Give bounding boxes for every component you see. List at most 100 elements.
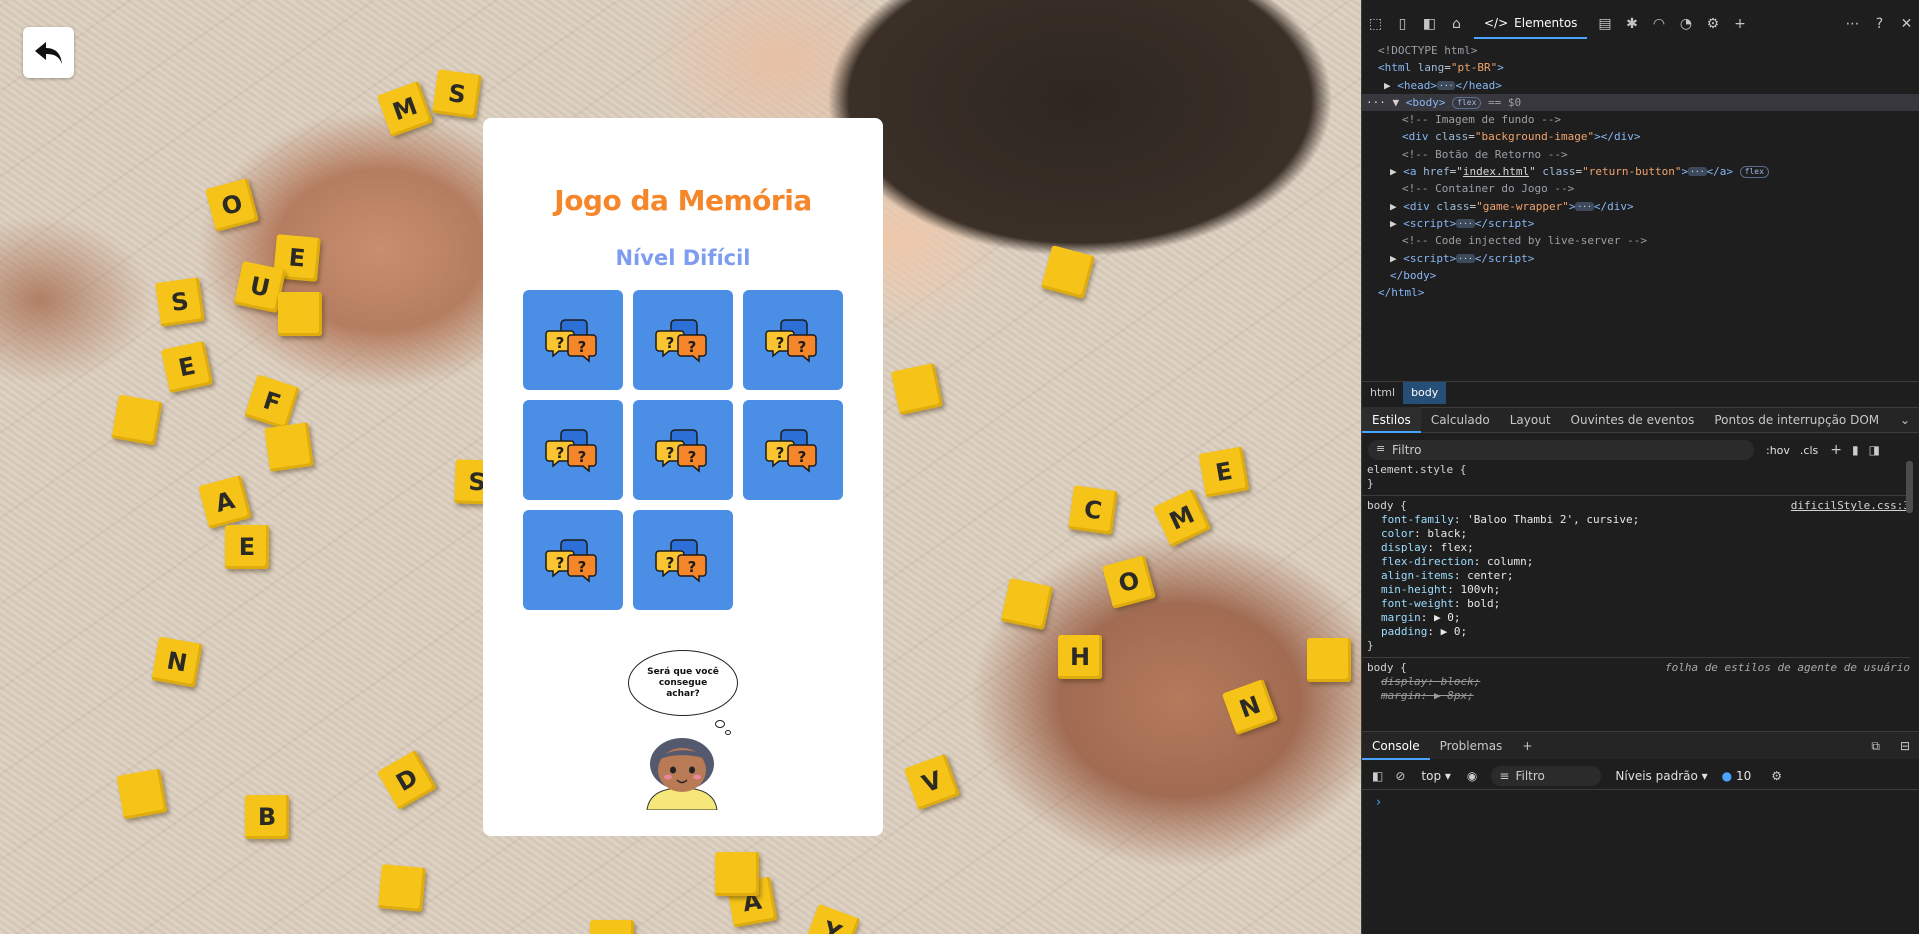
- memory-card[interactable]: ??: [743, 290, 843, 390]
- dom-node-selected[interactable]: ··· ▼ <body> flex == $0: [1362, 93, 1919, 112]
- css-declaration[interactable]: font-weight: bold;: [1362, 597, 1910, 611]
- more-icon[interactable]: ⋯: [1839, 11, 1866, 37]
- css-declaration[interactable]: margin: ▶ 0;: [1362, 611, 1910, 625]
- dom-node[interactable]: ▶ <div class="game-wrapper"> ··· </div>: [1362, 198, 1919, 215]
- expand-arrow-icon[interactable]: ▶: [1390, 165, 1403, 178]
- memory-card[interactable]: ??: [523, 290, 623, 390]
- eye-icon[interactable]: ◉: [1467, 769, 1477, 783]
- css-declaration[interactable]: display: block;: [1362, 675, 1910, 689]
- chevron-down-icon[interactable]: ⌄: [1890, 407, 1919, 433]
- memory-card[interactable]: ??: [633, 400, 733, 500]
- href-link[interactable]: index.html: [1463, 165, 1529, 178]
- breadcrumb-html[interactable]: html: [1362, 382, 1403, 404]
- css-declaration[interactable]: font-family: 'Baloo Thambi 2', cursive;: [1362, 513, 1910, 527]
- new-rule-icon[interactable]: +: [1830, 442, 1842, 458]
- dom-node[interactable]: </body>: [1362, 267, 1919, 284]
- console-prompt[interactable]: ›: [1376, 795, 1381, 810]
- stylesheet-link[interactable]: dificilStyle.css:3: [1791, 499, 1910, 513]
- memory-card[interactable]: ??: [523, 400, 623, 500]
- close-icon[interactable]: ✕: [1893, 11, 1919, 37]
- close-drawer-icon[interactable]: ⊟: [1890, 732, 1919, 760]
- flex-badge[interactable]: flex: [1739, 166, 1769, 179]
- svg-text:?: ?: [798, 338, 807, 356]
- dom-node[interactable]: <div class="background-image"></div>: [1362, 128, 1919, 145]
- expand-arrow-icon[interactable]: ▶: [1390, 252, 1403, 265]
- expand-arrow-icon[interactable]: ▶: [1384, 79, 1397, 92]
- css-declaration[interactable]: flex-direction: column;: [1362, 555, 1910, 569]
- css-declaration[interactable]: padding: ▶ 0;: [1362, 625, 1910, 639]
- dom-node[interactable]: <!-- Container do Jogo -->: [1362, 180, 1919, 197]
- expand-arrow-icon[interactable]: ▶: [1390, 217, 1403, 230]
- dom-node[interactable]: ▶ <head> ··· </head>: [1362, 77, 1919, 94]
- tab-problems[interactable]: Problemas: [1430, 732, 1513, 760]
- undock-icon[interactable]: ⧉: [1861, 732, 1890, 760]
- add-tab-icon[interactable]: +: [1512, 732, 1542, 760]
- css-property: align-items: [1381, 569, 1454, 582]
- clear-console-icon[interactable]: ⊘: [1395, 769, 1405, 783]
- cls-button[interactable]: .cls: [1800, 444, 1818, 457]
- css-declaration[interactable]: align-items: center;: [1362, 569, 1910, 583]
- dom-node[interactable]: <html lang="pt-BR">: [1362, 59, 1919, 76]
- tab-layout[interactable]: Layout: [1500, 407, 1561, 433]
- styles-filter-input[interactable]: ≡ Filtro: [1368, 440, 1754, 460]
- breadcrumb-body[interactable]: body: [1403, 381, 1447, 404]
- css-declaration[interactable]: min-height: 100vh;: [1362, 583, 1910, 597]
- home-icon[interactable]: ⌂: [1443, 11, 1470, 37]
- message-count-badge[interactable]: ● 10: [1722, 769, 1752, 783]
- settings-gear-icon[interactable]: ⚙: [1699, 11, 1726, 37]
- dom-node[interactable]: <!DOCTYPE html>: [1362, 42, 1919, 59]
- dock-icon[interactable]: ◧: [1416, 11, 1443, 37]
- collapse-arrow-icon[interactable]: ▼: [1393, 96, 1406, 109]
- levels-select[interactable]: Níveis padrão ▾: [1615, 769, 1707, 783]
- add-tab-icon[interactable]: +: [1726, 11, 1753, 37]
- collapsed-dots[interactable]: ···: [1575, 201, 1594, 211]
- hov-button[interactable]: :hov: [1766, 444, 1790, 457]
- return-button[interactable]: [23, 27, 74, 78]
- dom-node[interactable]: <!-- Botão de Retorno -->: [1362, 146, 1919, 163]
- tab-elements[interactable]: </> Elementos: [1474, 9, 1588, 39]
- performance-icon[interactable]: ◔: [1672, 11, 1699, 37]
- device-toolbar-icon[interactable]: ▯: [1389, 11, 1416, 37]
- dom-node[interactable]: </html>: [1362, 284, 1919, 301]
- dom-node[interactable]: <!-- Imagem de fundo -->: [1362, 111, 1919, 128]
- dom-node[interactable]: ▶ <script> ··· </script>: [1362, 215, 1919, 232]
- css-property: padding: [1381, 625, 1428, 638]
- help-icon[interactable]: ?: [1866, 11, 1893, 37]
- tab-styles[interactable]: Estilos: [1362, 407, 1421, 433]
- network-icon[interactable]: ◠: [1645, 11, 1672, 37]
- collapsed-dots[interactable]: ···: [1456, 218, 1475, 228]
- sidebar-toggle-icon[interactable]: ◨: [1869, 443, 1880, 457]
- collapsed-dots[interactable]: ···: [1437, 80, 1456, 90]
- console-settings-icon[interactable]: ⚙: [1771, 769, 1782, 783]
- divider: [1362, 657, 1910, 658]
- svg-text:?: ?: [776, 444, 785, 462]
- css-declaration[interactable]: margin: ▶ 8px;: [1362, 689, 1910, 703]
- card-grid: ????????????????: [523, 290, 843, 610]
- paint-icon[interactable]: ▮: [1852, 443, 1859, 457]
- svg-text:?: ?: [666, 444, 675, 462]
- memory-card[interactable]: ??: [523, 510, 623, 610]
- tab-console[interactable]: Console: [1362, 732, 1430, 760]
- tab-event-listeners[interactable]: Ouvintes de eventos: [1561, 407, 1705, 433]
- inspect-icon[interactable]: ⬚: [1362, 11, 1389, 37]
- collapsed-dots[interactable]: ···: [1456, 253, 1475, 263]
- memory-card[interactable]: ??: [743, 400, 843, 500]
- dom-node[interactable]: <!-- Code injected by live-server -->: [1362, 232, 1919, 249]
- memory-card[interactable]: ??: [633, 510, 733, 610]
- bug-icon[interactable]: ✱: [1618, 11, 1645, 37]
- dom-node[interactable]: ▶ <script> ··· </script>: [1362, 250, 1919, 267]
- styles-scrollbar[interactable]: [1906, 461, 1913, 513]
- memory-card[interactable]: ??: [633, 290, 733, 390]
- css-declaration[interactable]: color: black;: [1362, 527, 1910, 541]
- sidebar-icon[interactable]: ◧: [1372, 769, 1383, 783]
- console-filter-input[interactable]: ≡ Filtro: [1491, 765, 1602, 786]
- tab-dom-breakpoints[interactable]: Pontos de interrupção DOM: [1704, 407, 1889, 433]
- flex-badge[interactable]: flex: [1452, 96, 1482, 109]
- dom-node[interactable]: ▶ <a href="index.html" class="return-but…: [1362, 163, 1919, 180]
- tab-computed[interactable]: Calculado: [1421, 407, 1500, 433]
- console-icon[interactable]: ▤: [1591, 11, 1618, 37]
- context-select[interactable]: top ▾: [1421, 769, 1451, 783]
- expand-arrow-icon[interactable]: ▶: [1390, 200, 1403, 213]
- collapsed-dots[interactable]: ···: [1688, 167, 1707, 177]
- css-declaration[interactable]: display: flex;: [1362, 541, 1910, 555]
